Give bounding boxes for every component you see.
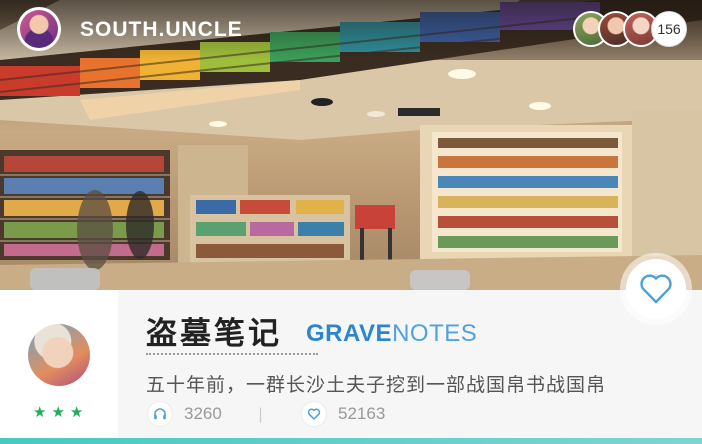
- author-avatar[interactable]: [24, 320, 94, 390]
- viewer-count[interactable]: 156: [651, 11, 687, 47]
- author-column: ★ ★ ★: [0, 290, 118, 440]
- heart-icon: [640, 274, 672, 304]
- title-en-light: NOTES: [392, 320, 478, 347]
- listens-stat: 3260: [148, 402, 222, 426]
- star-icon: ★: [33, 403, 47, 421]
- user-avatar[interactable]: [17, 7, 61, 51]
- stat-divider: |: [258, 405, 264, 423]
- likes-stat[interactable]: 52163: [302, 402, 385, 426]
- rating-stars: ★ ★ ★: [33, 404, 83, 420]
- user-avatar-image: [20, 10, 58, 48]
- listens-count: 3260: [184, 404, 222, 423]
- favorite-button-inner[interactable]: [626, 259, 686, 319]
- article-title-en: GRAVENOTES: [306, 320, 477, 348]
- article-info-panel: ★ ★ ★ 盗墓笔记 GRAVENOTES 五十年前，一群长沙土夫子挖到一部战国…: [0, 290, 702, 444]
- username[interactable]: SOUTH.UNCLE: [80, 18, 243, 42]
- article-description: 五十年前，一群长沙土夫子挖到一部战国帛书战国帛: [146, 374, 607, 396]
- star-icon: ★: [51, 403, 65, 421]
- bottom-accent-bar: [0, 438, 702, 444]
- title-en-strong: GRAVE: [306, 320, 393, 347]
- author-avatar-image: [28, 324, 90, 386]
- star-icon: ★: [69, 403, 84, 421]
- viewer-avatar-group[interactable]: 156: [573, 11, 688, 47]
- article-title[interactable]: 盗墓笔记: [146, 308, 282, 353]
- likes-count: 52163: [338, 404, 386, 423]
- title-underline: [146, 353, 318, 355]
- favorite-button[interactable]: [620, 253, 692, 325]
- headphones-icon: [148, 402, 172, 426]
- heart-icon[interactable]: [302, 402, 326, 426]
- top-bar: SOUTH.UNCLE 156: [0, 0, 702, 60]
